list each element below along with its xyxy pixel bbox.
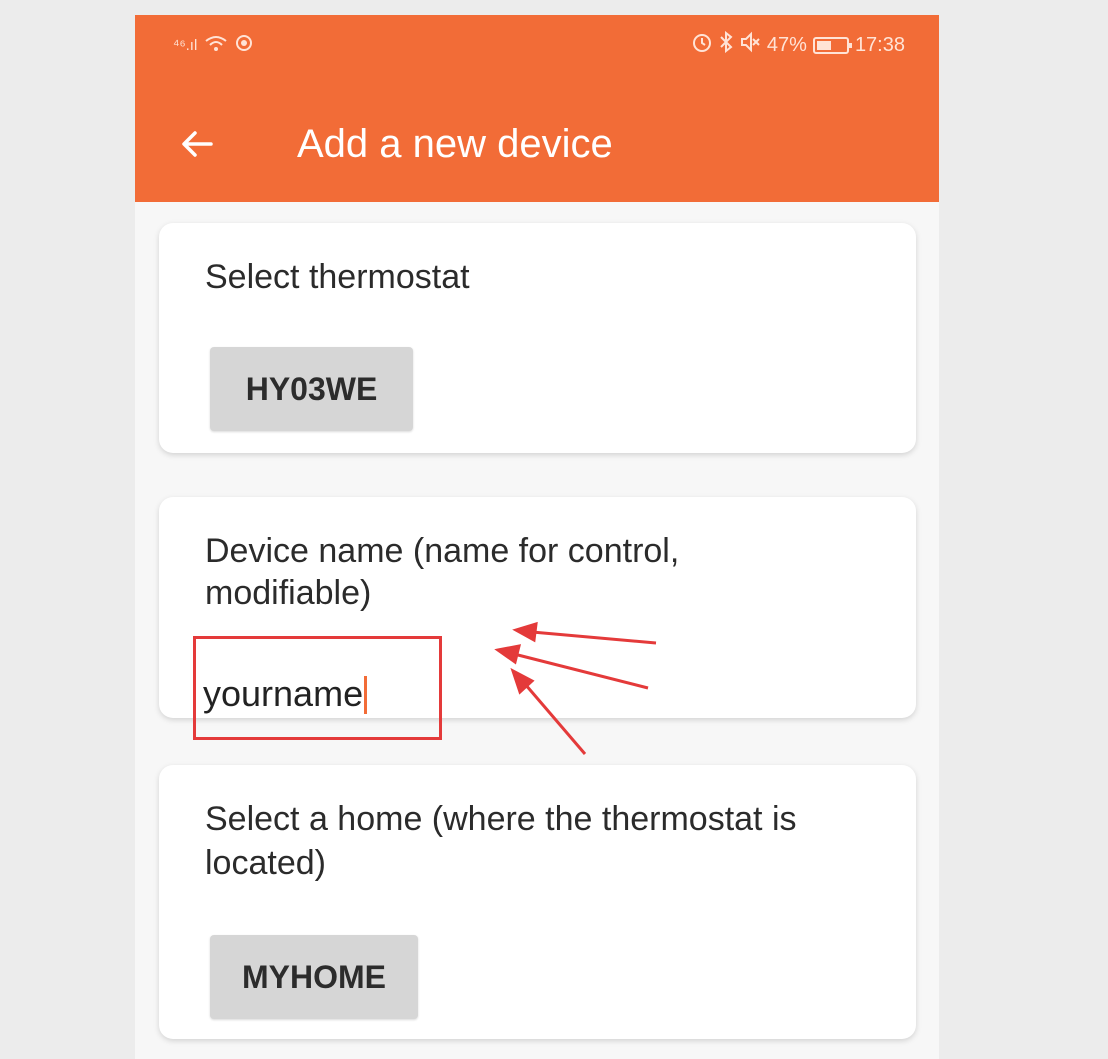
status-bar-left: ⁴⁶.ıl	[173, 33, 253, 57]
thermostat-select-button[interactable]: HY03WE	[210, 347, 413, 431]
home-label-line2: located)	[205, 844, 326, 882]
signal-icon: ⁴⁶.ıl	[173, 36, 198, 54]
back-button[interactable]	[175, 120, 223, 168]
home-card: Select a home (where the thermostat is l…	[159, 765, 916, 1039]
thermostat-label: Select thermostat	[205, 258, 470, 296]
app-bar: ⁴⁶.ıl 47% 17:38 Add a new device	[135, 15, 939, 202]
device-name-label-line1: Device name (name for control,	[205, 532, 680, 570]
highlight-box	[193, 636, 442, 740]
home-select-button[interactable]: MYHOME	[210, 935, 418, 1019]
status-bar-right: 47% 17:38	[691, 30, 905, 59]
hotspot-icon	[235, 34, 253, 56]
back-arrow-icon	[182, 131, 213, 157]
bluetooth-icon	[719, 30, 733, 59]
phone-screen: ⁴⁶.ıl 47% 17:38 Add a new device Select …	[135, 15, 939, 1059]
device-name-label-line2: modifiable)	[205, 574, 372, 612]
alarm-icon	[691, 31, 713, 59]
status-time: 17:38	[854, 33, 905, 56]
battery-percent: 47%	[766, 33, 807, 56]
wifi-icon	[205, 34, 227, 56]
mute-icon	[739, 31, 761, 59]
battery-icon	[812, 36, 852, 54]
home-label-line1: Select a home (where the thermostat is	[205, 800, 797, 838]
page-title: Add a new device	[297, 122, 613, 166]
thermostat-card: Select thermostat HY03WE	[159, 223, 916, 453]
